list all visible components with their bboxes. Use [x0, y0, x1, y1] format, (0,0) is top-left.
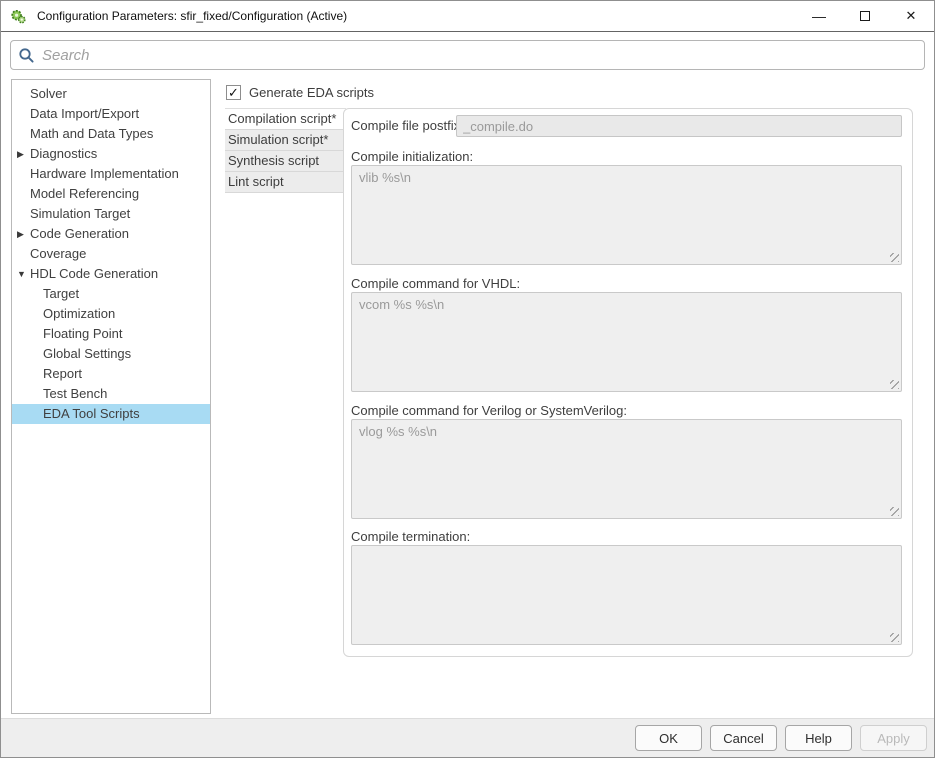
compile-initialization-label: Compile initialization: — [351, 149, 473, 164]
window-title: Configuration Parameters: sfir_fixed/Con… — [37, 9, 347, 23]
tree-item-simulation-target[interactable]: Simulation Target — [12, 204, 210, 224]
compile-command-verilog-label: Compile command for Verilog or SystemVer… — [351, 403, 627, 418]
help-button[interactable]: Help — [785, 725, 852, 751]
compile-termination-field — [351, 545, 902, 645]
tree-item-test-bench[interactable]: Test Bench — [12, 384, 210, 404]
generate-eda-scripts-row: ✓ Generate EDA scripts — [226, 85, 374, 100]
compile-command-verilog-textarea[interactable]: vlog %s %s\n — [351, 419, 902, 519]
tree-item-report[interactable]: Report — [12, 364, 210, 384]
resize-grip-icon[interactable] — [890, 507, 899, 516]
generate-eda-scripts-label: Generate EDA scripts — [249, 85, 374, 100]
maximize-icon — [860, 11, 870, 21]
resize-grip-icon[interactable] — [890, 253, 899, 262]
compile-command-vhdl-label: Compile command for VHDL: — [351, 276, 520, 291]
search-input[interactable] — [42, 47, 917, 64]
tab-compilation-script[interactable]: Compilation script* — [225, 109, 346, 130]
tree-item-hdl-code-generation[interactable]: ▼HDL Code Generation — [12, 264, 210, 284]
apply-button[interactable]: Apply — [860, 725, 927, 751]
titlebar: Configuration Parameters: sfir_fixed/Con… — [1, 1, 934, 32]
configuration-parameters-dialog: Configuration Parameters: sfir_fixed/Con… — [0, 0, 935, 758]
minimize-icon: — — [812, 9, 826, 23]
simulink-settings-icon — [10, 8, 27, 25]
compile-termination-textarea[interactable] — [351, 545, 902, 645]
tree-item-floating-point[interactable]: Floating Point — [12, 324, 210, 344]
compile-file-postfix-label: Compile file postfix: — [351, 118, 464, 133]
tab-lint-script[interactable]: Lint script — [225, 172, 346, 193]
tree-item-model-referencing[interactable]: Model Referencing — [12, 184, 210, 204]
tree-item-optimization[interactable]: Optimization — [12, 304, 210, 324]
dialog-footer: OK Cancel Help Apply — [1, 718, 934, 757]
tree-item-solver[interactable]: Solver — [12, 84, 210, 104]
window-controls: — ✕ — [796, 1, 934, 31]
maximize-button[interactable] — [842, 1, 888, 31]
tab-synthesis-script[interactable]: Synthesis script — [225, 151, 346, 172]
tree-item-coverage[interactable]: Coverage — [12, 244, 210, 264]
compile-initialization-field: vlib %s\n — [351, 165, 902, 265]
minimize-button[interactable]: — — [796, 1, 842, 31]
resize-grip-icon[interactable] — [890, 380, 899, 389]
triangle-right-icon[interactable]: ▶ — [17, 224, 29, 244]
close-button[interactable]: ✕ — [888, 1, 934, 31]
checkmark-icon: ✓ — [228, 86, 239, 99]
search-row — [1, 33, 934, 78]
close-icon: ✕ — [906, 8, 917, 24]
tree-item-hardware-implementation[interactable]: Hardware Implementation — [12, 164, 210, 184]
compile-command-vhdl-textarea[interactable]: vcom %s %s\n — [351, 292, 902, 392]
tab-simulation-script[interactable]: Simulation script* — [225, 130, 346, 151]
cancel-button[interactable]: Cancel — [710, 725, 777, 751]
tree-item-eda-tool-scripts[interactable]: EDA Tool Scripts — [12, 404, 210, 424]
compile-file-postfix-input[interactable] — [456, 115, 902, 137]
generate-eda-scripts-checkbox[interactable]: ✓ — [226, 85, 241, 100]
compilation-script-panel: Compile file postfix: Compile initializa… — [343, 108, 913, 657]
tree-item-target[interactable]: Target — [12, 284, 210, 304]
ok-button[interactable]: OK — [635, 725, 702, 751]
search-icon — [18, 47, 35, 64]
tree-item-data-import-export[interactable]: Data Import/Export — [12, 104, 210, 124]
tree-item-math-and-data-types[interactable]: Math and Data Types — [12, 124, 210, 144]
settings-tree: Solver Data Import/Export Math and Data … — [11, 79, 211, 714]
search-box[interactable] — [10, 40, 925, 70]
compile-command-verilog-field: vlog %s %s\n — [351, 419, 902, 519]
compile-initialization-textarea[interactable]: vlib %s\n — [351, 165, 902, 265]
tree-item-diagnostics[interactable]: ▶Diagnostics — [12, 144, 210, 164]
resize-grip-icon[interactable] — [890, 633, 899, 642]
tree-item-global-settings[interactable]: Global Settings — [12, 344, 210, 364]
tree-item-code-generation[interactable]: ▶Code Generation — [12, 224, 210, 244]
triangle-down-icon[interactable]: ▼ — [17, 264, 29, 284]
triangle-right-icon[interactable]: ▶ — [17, 144, 29, 164]
script-type-list: Compilation script* Simulation script* S… — [225, 108, 346, 193]
compile-command-vhdl-field: vcom %s %s\n — [351, 292, 902, 392]
compile-termination-label: Compile termination: — [351, 529, 470, 544]
